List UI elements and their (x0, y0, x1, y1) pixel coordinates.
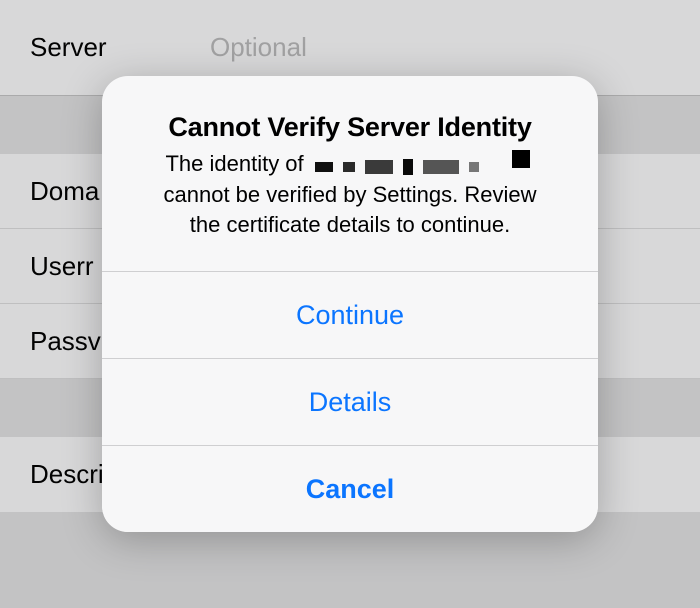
details-button[interactable]: Details (102, 358, 598, 445)
alert-message-line2: cannot be verified by Settings. Review (164, 182, 537, 207)
alert-content: Cannot Verify Server Identity The identi… (102, 76, 598, 271)
alert-message-line3: the certificate details to continue. (190, 212, 510, 237)
cancel-button[interactable]: Cancel (102, 445, 598, 532)
alert-message-line1-prefix: The identity of (165, 151, 309, 176)
alert-title: Cannot Verify Server Identity (128, 112, 572, 143)
alert-message: The identity of cannot be verified by Se… (128, 149, 572, 239)
continue-button[interactable]: Continue (102, 271, 598, 358)
alert-buttons: Continue Details Cancel (102, 271, 598, 532)
alert-dialog: Cannot Verify Server Identity The identi… (102, 76, 598, 532)
redacted-server-name (313, 150, 532, 180)
